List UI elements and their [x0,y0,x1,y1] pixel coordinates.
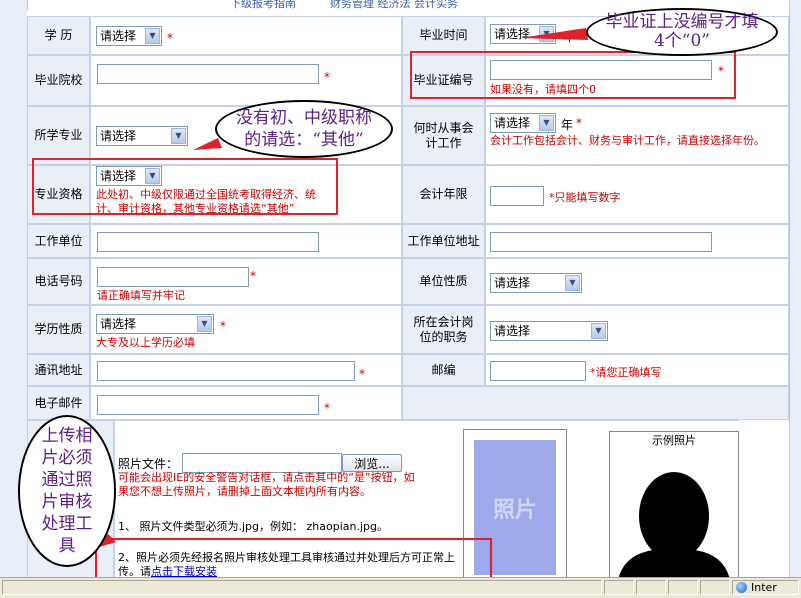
status-segment-2 [636,580,666,595]
internet-zone-icon [736,582,747,593]
status-segment-1 [604,580,634,595]
status-zone: Inter [732,580,799,595]
browser-statusbar: Inter [0,577,801,598]
status-segment-main [2,580,602,595]
status-segment-3 [668,580,698,595]
callout-upload: 上传相片必须通过照片审核处理工具 [18,415,116,567]
status-segment-4 [700,580,730,595]
callout-cert-no: 毕业证上没编号才填4个“0” [586,8,778,56]
annotation-arrows [96,28,588,548]
callout-qualification: 没有初、中级职称的请选：“其他” [215,100,393,158]
status-zone-label: Inter [751,581,777,594]
